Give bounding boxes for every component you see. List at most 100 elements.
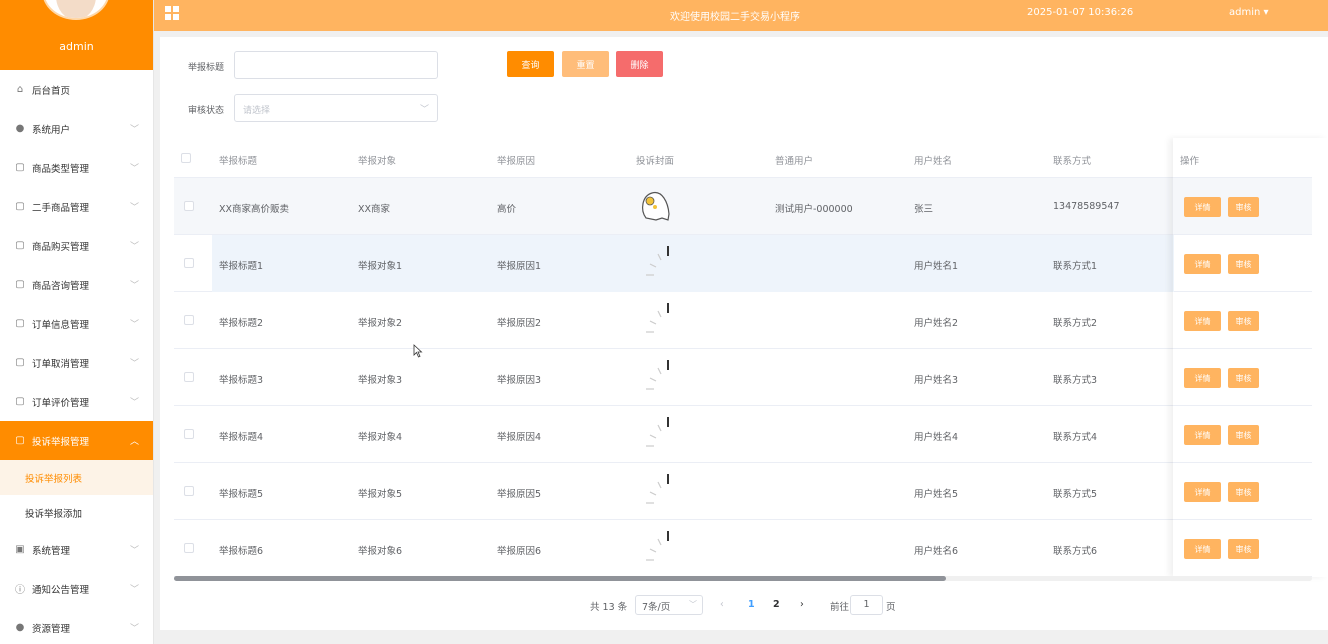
cell-contact: 联系方式1	[1053, 261, 1098, 272]
sidebar-item-notices[interactable]: ⓘ 通知公告管理 ﹀	[0, 569, 153, 608]
column-header[interactable]: 普通用户	[775, 153, 813, 167]
prev-page-icon[interactable]: ‹	[720, 599, 724, 619]
page-size-select[interactable]: 7条/页 ﹀	[635, 595, 703, 615]
audit-button[interactable]: 审核	[1228, 539, 1259, 559]
table-row[interactable]: 举报标题1 举报对象1 举报原因1 用户姓名1 联系方式1 详情 审核	[174, 235, 1312, 292]
status-filter-select[interactable]: 请选择 ﹀	[234, 94, 438, 122]
row-checkbox[interactable]	[184, 258, 194, 268]
menu-toggle-icon[interactable]	[165, 6, 179, 20]
next-page-icon[interactable]: ›	[800, 599, 804, 619]
detail-button[interactable]: 详情	[1184, 425, 1221, 445]
chevron-down-icon: ﹀	[129, 585, 139, 595]
sidebar-item-home[interactable]: ⌂ 后台首页	[0, 70, 153, 109]
cell-name: 用户姓名6	[914, 546, 959, 557]
cell-reason: 举报原因3	[497, 375, 542, 386]
cover-image[interactable]	[638, 188, 672, 224]
detail-button[interactable]: 详情	[1184, 311, 1221, 331]
row-checkbox[interactable]	[184, 486, 194, 496]
sidebar-item-product-types[interactable]: ▢ 商品类型管理 ﹀	[0, 148, 153, 187]
table-row[interactable]: 举报标题2 举报对象2 举报原因2 用户姓名2 联系方式2 详情 审核	[174, 292, 1312, 349]
column-header[interactable]: 举报对象	[358, 153, 396, 167]
horizontal-scrollbar[interactable]	[174, 576, 1312, 581]
column-header[interactable]: 用户姓名	[914, 153, 952, 167]
sidebar-username: admin	[59, 40, 94, 53]
user-menu-label: admin	[1229, 7, 1261, 18]
column-header[interactable]: 举报标题	[219, 153, 257, 167]
audit-button[interactable]: 审核	[1228, 482, 1259, 502]
detail-button[interactable]: 详情	[1184, 368, 1221, 388]
location-icon: ●	[15, 622, 25, 633]
sidebar-item-purchases[interactable]: ▢ 商品购买管理 ﹀	[0, 226, 153, 265]
table-header: 举报标题 举报对象 举报原因 投诉封面 普通用户 用户姓名 联系方式 操作	[174, 138, 1312, 178]
doc-icon: ▢	[15, 357, 25, 368]
user-menu[interactable]: admin ▾	[1229, 7, 1269, 18]
app-title: 欢迎使用校园二手交易小程序	[670, 12, 800, 23]
status-filter-label: 审核状态	[188, 106, 225, 116]
chevron-down-icon: ﹀	[129, 242, 139, 252]
loading-spinner-icon	[646, 531, 669, 561]
row-highlight	[212, 235, 1174, 292]
audit-button[interactable]: 审核	[1228, 425, 1259, 445]
audit-button[interactable]: 审核	[1228, 197, 1259, 217]
sidebar-item-inquiries[interactable]: ▢ 商品咨询管理 ﹀	[0, 265, 153, 304]
avatar[interactable]	[42, 0, 110, 20]
sidebar-item-system-users[interactable]: ● 系统用户 ﹀	[0, 109, 153, 148]
table-row[interactable]: 举报标题6 举报对象6 举报原因6 用户姓名6 联系方式6 详情 审核	[174, 520, 1312, 577]
page-number-active[interactable]: 1	[748, 599, 755, 619]
page-number[interactable]: 2	[773, 599, 780, 619]
sidebar-item-label: 商品类型管理	[32, 163, 90, 175]
title-filter-input[interactable]	[234, 51, 438, 79]
audit-button[interactable]: 审核	[1228, 311, 1259, 331]
sidebar-subitem-complaint-add[interactable]: 投诉举报添加	[0, 495, 153, 530]
detail-button[interactable]: 详情	[1184, 197, 1221, 217]
sidebar-item-label: 系统用户	[32, 124, 71, 136]
sidebar-item-order-reviews[interactable]: ▢ 订单评价管理 ﹀	[0, 382, 153, 421]
chevron-down-icon: ﹀	[419, 105, 429, 115]
row-checkbox[interactable]	[184, 315, 194, 325]
sidebar-item-used-goods[interactable]: ▢ 二手商品管理 ﹀	[0, 187, 153, 226]
sidebar-item-label: 系统管理	[32, 545, 71, 557]
reset-button[interactable]: 重置	[562, 51, 609, 77]
cell-contact: 联系方式2	[1053, 318, 1098, 329]
mouse-cursor-icon	[413, 344, 423, 358]
sidebar-item-label: 订单信息管理	[32, 319, 90, 331]
column-header[interactable]: 联系方式	[1053, 153, 1091, 167]
goto-page-input[interactable]: 1	[850, 595, 883, 615]
row-checkbox[interactable]	[184, 372, 194, 382]
title-filter-label: 举报标题	[188, 63, 225, 73]
sidebar-item-system[interactable]: ▣ 系统管理 ﹀	[0, 530, 153, 569]
cell-reason: 举报原因1	[497, 261, 542, 272]
sidebar-item-orders[interactable]: ▢ 订单信息管理 ﹀	[0, 304, 153, 343]
table-row[interactable]: 举报标题5 举报对象5 举报原因5 用户姓名5 联系方式5 详情 审核	[174, 463, 1312, 520]
chevron-down-icon: ﹀	[129, 398, 139, 408]
row-checkbox[interactable]	[184, 201, 194, 211]
sidebar-item-complaints[interactable]: ▢ 投诉举报管理 ︿	[0, 421, 153, 460]
table-row[interactable]: 举报标题3 举报对象3 举报原因3 用户姓名3 联系方式3 详情 审核	[174, 349, 1312, 406]
detail-button[interactable]: 详情	[1184, 482, 1221, 502]
audit-button[interactable]: 审核	[1228, 254, 1259, 274]
table-row[interactable]: 举报标题4 举报对象4 举报原因4 用户姓名4 联系方式4 详情 审核	[174, 406, 1312, 463]
sidebar-header: admin	[0, 0, 153, 70]
scrollbar-thumb[interactable]	[174, 576, 946, 581]
chevron-down-icon: ﹀	[129, 359, 139, 369]
column-header[interactable]: 举报原因	[497, 153, 535, 167]
cell-title: 举报标题6	[219, 546, 264, 557]
audit-button[interactable]: 审核	[1228, 368, 1259, 388]
cell-reason: 高价	[497, 204, 517, 215]
select-all-checkbox[interactable]	[181, 153, 191, 163]
detail-button[interactable]: 详情	[1184, 254, 1221, 274]
sidebar-item-resources[interactable]: ● 资源管理 ﹀	[0, 608, 153, 644]
column-header[interactable]: 投诉封面	[636, 153, 674, 167]
detail-button[interactable]: 详情	[1184, 539, 1221, 559]
table-row[interactable]: XX商家高价贩卖 XX商家 高价 测试用户-000000 张三 13478589547 详情…	[174, 178, 1312, 235]
sidebar-item-label: 投诉举报管理	[32, 436, 90, 448]
sidebar-subitem-complaint-list[interactable]: 投诉举报列表	[0, 460, 153, 495]
row-checkbox[interactable]	[184, 543, 194, 553]
column-header: 操作	[1180, 156, 1200, 167]
row-checkbox[interactable]	[184, 429, 194, 439]
delete-button[interactable]: 删除	[616, 51, 663, 77]
search-button[interactable]: 查询	[507, 51, 554, 77]
chevron-down-icon: ﹀	[129, 281, 139, 291]
sidebar-item-order-cancel[interactable]: ▢ 订单取消管理 ﹀	[0, 343, 153, 382]
loading-spinner-icon	[646, 360, 669, 390]
